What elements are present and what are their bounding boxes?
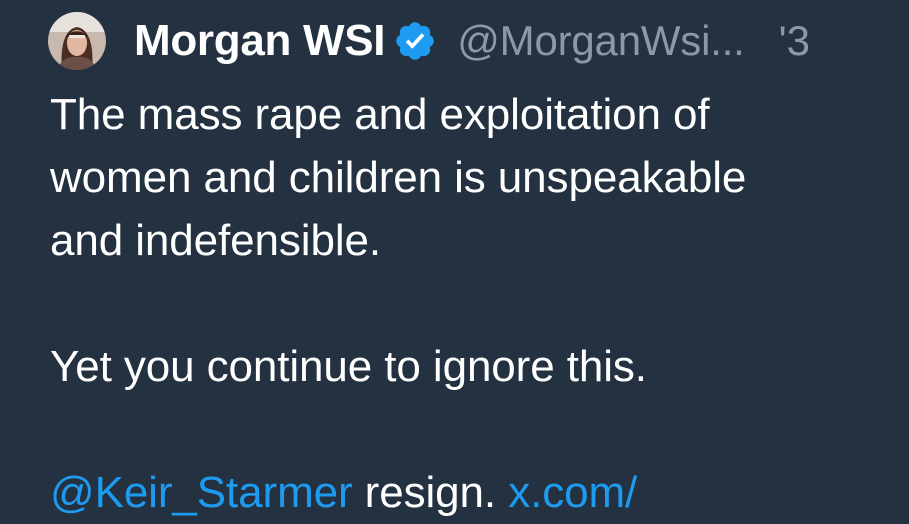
handle[interactable]: @MorganWsi... xyxy=(457,17,745,65)
avatar-image xyxy=(48,12,106,70)
avatar[interactable] xyxy=(48,12,106,70)
tweet-text-fragment: resign. xyxy=(352,468,509,517)
display-name[interactable]: Morgan WSI xyxy=(134,16,386,66)
tweet-text-line: women and children is unspeakable xyxy=(50,153,747,202)
tweet-card[interactable]: Morgan WSI @MorganWsi... '3 The mass rap… xyxy=(0,0,909,517)
tweet-text-line: Yet you continue to ignore this. xyxy=(50,342,647,391)
tweet-header: Morgan WSI @MorganWsi... '3 xyxy=(48,6,810,76)
url-link[interactable]: x.com/ xyxy=(508,468,637,517)
tweet-text: The mass rape and exploitation of women … xyxy=(50,83,890,524)
verified-badge-icon xyxy=(396,22,435,60)
mention-link[interactable]: @Keir_Starmer xyxy=(50,468,353,517)
tweet-text-line: and indefensible. xyxy=(50,216,382,265)
tweet-text-line: The mass rape and exploitation of xyxy=(50,90,710,139)
tweet-text-line-mention: @Keir_Starmer resign. x.com/ xyxy=(50,461,890,524)
timestamp[interactable]: '3 xyxy=(779,17,810,65)
